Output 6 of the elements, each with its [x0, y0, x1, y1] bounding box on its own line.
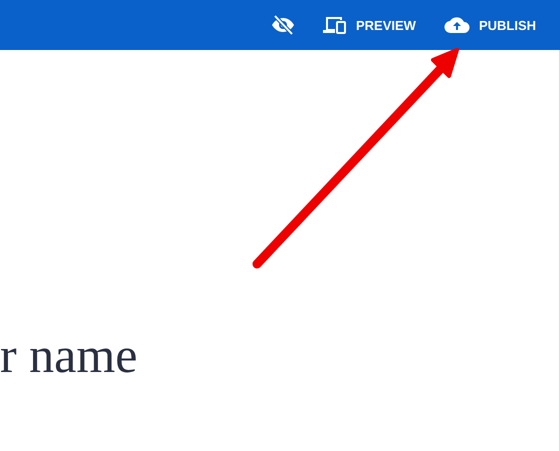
- preview-button[interactable]: PREVIEW: [310, 10, 428, 40]
- cloud-upload-icon: [444, 16, 470, 34]
- eye-slash-icon: [270, 15, 295, 35]
- name-heading: r name: [0, 330, 138, 380]
- devices-icon: [322, 16, 347, 34]
- publish-button[interactable]: PUBLISH: [432, 10, 548, 40]
